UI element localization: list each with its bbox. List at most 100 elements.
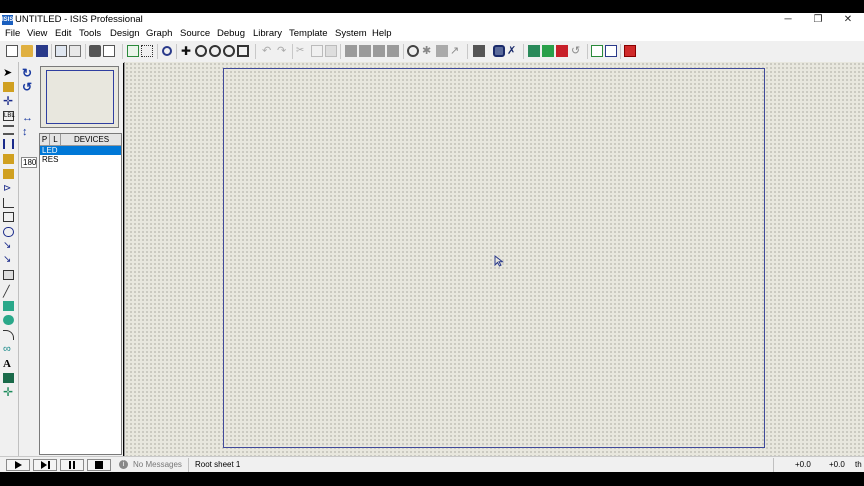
packaging-tool-icon[interactable] [436, 45, 448, 57]
menu-source[interactable]: Source [180, 28, 210, 40]
path-mode-icon[interactable]: ∞ [3, 344, 14, 355]
import-section-icon[interactable] [55, 45, 67, 57]
graph-mode-icon[interactable] [3, 198, 14, 208]
play-button[interactable] [6, 459, 30, 471]
text-script-mode-icon[interactable] [3, 125, 14, 135]
export-section-icon[interactable] [69, 45, 81, 57]
pick-devices-button[interactable]: P [40, 134, 50, 145]
goto-sheet-icon[interactable]: ↺ [571, 45, 583, 57]
stop-button[interactable] [87, 459, 111, 471]
arc-mode-icon[interactable] [3, 330, 14, 340]
circle-mode-icon[interactable] [3, 315, 14, 325]
remove-sheet-icon[interactable] [542, 45, 554, 57]
exit-to-parent-icon[interactable] [556, 45, 568, 57]
box-mode-icon[interactable] [3, 301, 14, 311]
marker-mode-icon[interactable]: ✛ [3, 386, 14, 398]
cut-icon[interactable]: ✂ [296, 45, 308, 57]
block-move-icon[interactable] [359, 45, 371, 57]
restore-button[interactable]: ❐ [803, 13, 833, 27]
copy-icon[interactable] [311, 45, 323, 57]
virtual-instruments-mode-icon[interactable] [3, 270, 14, 280]
toolbar-separator [85, 44, 86, 59]
pause-button[interactable] [60, 459, 84, 471]
rotate-anticlockwise-icon[interactable]: ↺ [22, 81, 34, 93]
mirror-vertical-icon[interactable]: ↕ [22, 127, 34, 138]
menu-debug[interactable]: Debug [217, 28, 245, 40]
open-folder-icon[interactable] [21, 45, 33, 57]
line-mode-icon[interactable]: ╱ [3, 287, 14, 298]
search-tag-icon[interactable] [493, 45, 505, 57]
coordinate-unit: th [855, 460, 862, 469]
menu-template[interactable]: Template [289, 28, 328, 40]
wire-label-mode-icon[interactable]: LBL [3, 111, 15, 121]
junction-dot-mode-icon[interactable]: ✛ [3, 95, 14, 107]
zoom-in-icon[interactable] [195, 45, 207, 57]
component-mode-icon[interactable] [3, 82, 14, 92]
top-black-bar [0, 0, 864, 13]
save-icon[interactable] [36, 45, 48, 57]
subcircuit-mode-icon[interactable] [3, 154, 14, 164]
zoom-area-icon[interactable] [237, 45, 249, 57]
tape-recorder-mode-icon[interactable] [3, 212, 14, 222]
redo-icon[interactable]: ↷ [277, 45, 289, 57]
text-mode-icon[interactable]: A [3, 359, 14, 370]
rotation-angle-field[interactable]: 180 [21, 157, 37, 168]
bill-of-materials-icon[interactable] [591, 45, 603, 57]
close-button[interactable]: ✕ [833, 13, 863, 27]
set-area-icon[interactable] [103, 45, 115, 57]
property-assignment-icon[interactable]: ✗ [507, 45, 519, 57]
print-icon[interactable] [89, 45, 101, 57]
rotation-toolbar: ↻ ↺ 180 ↔ ↕ [19, 62, 38, 456]
x-coordinate: +0.0 [795, 460, 811, 469]
block-delete-icon[interactable] [387, 45, 399, 57]
menu-help[interactable]: Help [372, 28, 392, 40]
zoom-out-icon[interactable] [209, 45, 221, 57]
new-sheet-icon[interactable] [528, 45, 540, 57]
menu-system[interactable]: System [335, 28, 367, 40]
current-probe-mode-icon[interactable]: ↘ [3, 255, 14, 265]
schematic-canvas[interactable] [124, 62, 864, 456]
grid-icon[interactable] [141, 45, 153, 57]
messages-status[interactable]: No Messages [133, 460, 182, 470]
menu-library[interactable]: Library [253, 28, 282, 40]
library-manager-button[interactable]: L [51, 134, 61, 145]
voltage-probe-mode-icon[interactable]: ↘ [3, 241, 14, 251]
toolbar-separator [176, 44, 177, 59]
block-rotate-icon[interactable] [373, 45, 385, 57]
electrical-rules-check-icon[interactable] [605, 45, 617, 57]
pick-device-icon[interactable] [407, 45, 419, 57]
generator-mode-icon[interactable] [3, 227, 14, 237]
decompose-icon[interactable]: ↗ [450, 45, 462, 57]
device-pins-mode-icon[interactable]: ⊳ [3, 184, 14, 194]
new-file-icon[interactable] [6, 45, 18, 57]
symbol-mode-icon[interactable] [3, 373, 14, 383]
terminals-mode-icon[interactable] [3, 169, 14, 179]
origin-icon[interactable] [162, 46, 172, 56]
overview-window[interactable] [40, 66, 119, 128]
redraw-icon[interactable] [127, 45, 139, 57]
step-button[interactable] [33, 459, 57, 471]
device-item-led[interactable]: LED [40, 146, 121, 155]
selection-mode-icon[interactable]: ➤ [3, 68, 14, 79]
menu-edit[interactable]: Edit [55, 28, 71, 40]
menu-file[interactable]: File [5, 28, 20, 40]
mode-toolbar: ➤ ✛ LBL ⊳ ↘ ↘ ╱ ∞ A ✛ [0, 62, 19, 456]
rotate-clockwise-icon[interactable]: ↻ [22, 67, 34, 79]
buses-mode-icon[interactable] [3, 139, 14, 149]
pan-icon[interactable]: ✚ [180, 45, 192, 57]
wire-autorouter-icon[interactable] [473, 45, 485, 57]
paste-icon[interactable] [325, 45, 337, 57]
menu-design[interactable]: Design [110, 28, 140, 40]
zoom-all-icon[interactable] [223, 45, 235, 57]
undo-icon[interactable]: ↶ [262, 45, 274, 57]
minimize-button[interactable]: ─ [773, 13, 803, 27]
menu-view[interactable]: View [27, 28, 47, 40]
menu-graph[interactable]: Graph [146, 28, 172, 40]
netlist-to-ares-icon[interactable] [624, 45, 636, 57]
mirror-horizontal-icon[interactable]: ↔ [22, 113, 34, 124]
block-copy-icon[interactable] [345, 45, 357, 57]
make-device-icon[interactable]: ✱ [422, 45, 434, 57]
mouse-cursor-icon [494, 254, 504, 269]
device-item-res[interactable]: RES [40, 155, 121, 164]
menu-tools[interactable]: Tools [79, 28, 101, 40]
